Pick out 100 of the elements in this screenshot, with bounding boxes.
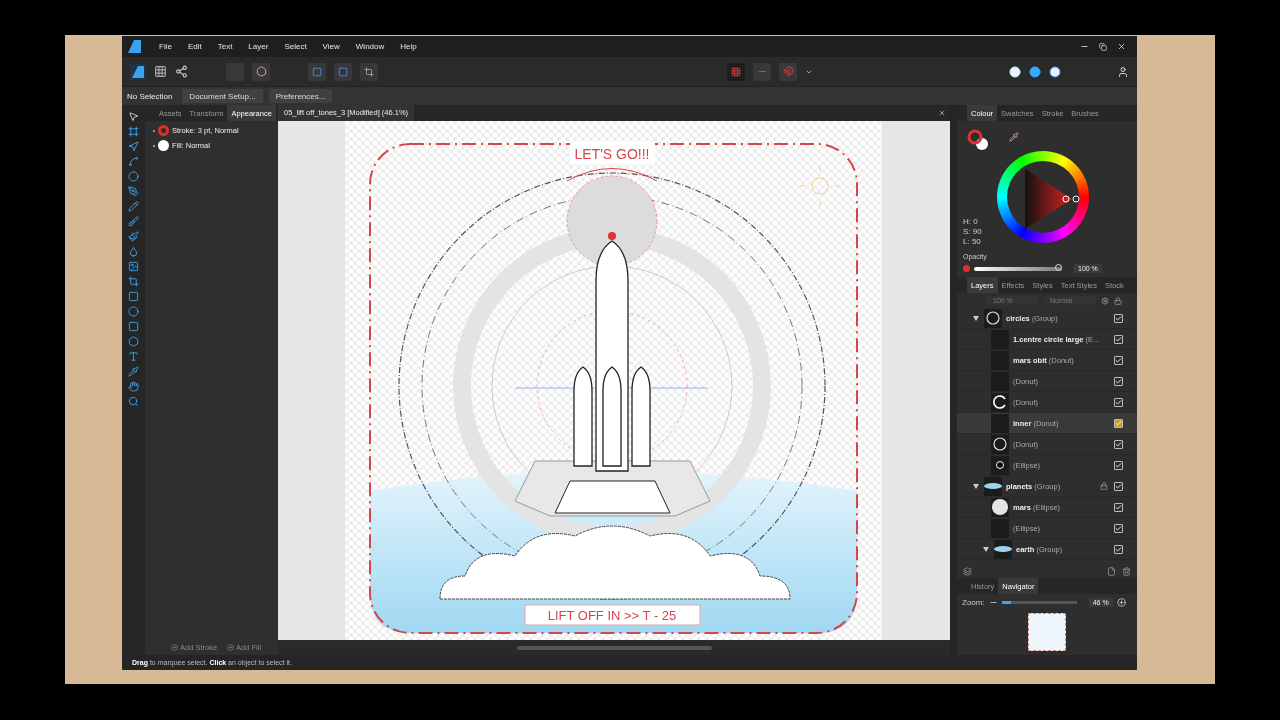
hsl-value: S: 90 bbox=[963, 227, 982, 236]
visibility-checkbox[interactable] bbox=[1114, 544, 1123, 554]
check-icon bbox=[1115, 356, 1122, 364]
layer-thumbnail bbox=[991, 413, 1009, 433]
close-icon[interactable] bbox=[938, 109, 946, 117]
check-icon bbox=[1115, 461, 1122, 469]
grid-icon[interactable] bbox=[154, 65, 167, 78]
check-icon bbox=[1115, 335, 1122, 343]
visibility-checkbox[interactable] bbox=[1114, 502, 1123, 512]
curve-icon[interactable] bbox=[128, 156, 139, 167]
expand-caret[interactable] bbox=[973, 483, 979, 489]
image-icon[interactable] bbox=[128, 261, 139, 272]
zoom-label: Zoom: bbox=[962, 598, 985, 607]
hand-icon[interactable] bbox=[128, 381, 139, 392]
new-layer-icon[interactable] bbox=[1107, 566, 1116, 576]
brush-icon[interactable] bbox=[128, 216, 139, 227]
vertical-scrollbar[interactable] bbox=[950, 105, 957, 655]
hsl-value: H: 0 bbox=[963, 217, 979, 226]
check-icon bbox=[1115, 314, 1122, 322]
fill-swatch[interactable] bbox=[158, 140, 169, 151]
visibility-checkbox[interactable] bbox=[1114, 481, 1123, 491]
delete-icon[interactable] bbox=[1122, 566, 1131, 576]
navigator-preview[interactable] bbox=[1028, 613, 1066, 651]
zoom-slider[interactable] bbox=[1001, 601, 1077, 604]
square-icon bbox=[312, 66, 322, 77]
node-icon[interactable] bbox=[128, 141, 139, 152]
cloud-thumbnail-icon bbox=[994, 546, 1012, 552]
pen-icon[interactable] bbox=[128, 186, 139, 197]
menu-item[interactable]: Layer bbox=[240, 42, 277, 51]
grid-snap-button[interactable] bbox=[727, 62, 745, 81]
expand-caret[interactable] bbox=[983, 546, 989, 552]
visibility-checkbox[interactable] bbox=[1114, 523, 1123, 533]
pointer-icon[interactable] bbox=[128, 111, 139, 122]
menu-item[interactable]: Help bbox=[392, 42, 425, 51]
menu-item[interactable]: Text bbox=[209, 42, 241, 51]
visibility-checkbox[interactable] bbox=[1114, 334, 1123, 344]
countdown-banner-text: LIFT OFF IN >> T - 25 bbox=[547, 608, 677, 623]
circle-icon[interactable] bbox=[128, 171, 139, 182]
menu-item[interactable]: Edit bbox=[179, 42, 210, 51]
select-box-button[interactable] bbox=[334, 62, 352, 81]
pencil-icon[interactable] bbox=[128, 201, 139, 212]
persona-logo-icon[interactable] bbox=[130, 63, 146, 80]
boolean-icon[interactable] bbox=[1029, 65, 1041, 78]
pipette-icon[interactable] bbox=[128, 366, 139, 377]
app-logo-icon bbox=[128, 40, 141, 53]
opacity-slider[interactable] bbox=[974, 266, 1062, 271]
visibility-checkbox[interactable] bbox=[1114, 355, 1123, 365]
account-icon[interactable] bbox=[1117, 65, 1129, 78]
square-icon[interactable] bbox=[128, 291, 139, 302]
add-icon bbox=[171, 643, 178, 651]
menu-item[interactable]: View bbox=[314, 42, 348, 51]
settings-icon[interactable] bbox=[1101, 296, 1109, 305]
zoom-icon[interactable] bbox=[128, 396, 139, 407]
context-button[interactable]: Document Setup... bbox=[182, 89, 263, 103]
artboard-icon[interactable] bbox=[128, 126, 139, 137]
text-icon[interactable] bbox=[128, 351, 139, 362]
visibility-checkbox[interactable] bbox=[1114, 418, 1123, 428]
current-colour-swatch bbox=[963, 265, 970, 272]
visibility-checkbox[interactable] bbox=[1114, 397, 1123, 407]
colour-triangle[interactable] bbox=[1025, 169, 1080, 229]
selection-status: No Selection bbox=[127, 91, 173, 101]
colour-swatches-icon[interactable] bbox=[967, 129, 989, 151]
context-button[interactable]: Preferences... bbox=[268, 89, 333, 103]
hexagon-button[interactable] bbox=[252, 62, 270, 81]
pipette-icon[interactable] bbox=[1009, 132, 1019, 142]
cloud-thumbnail-icon bbox=[984, 483, 1002, 489]
grid-icon bbox=[731, 66, 741, 77]
boolean-icon[interactable] bbox=[1049, 65, 1061, 78]
lock-icon[interactable] bbox=[1100, 482, 1108, 490]
paintbrush-icon[interactable] bbox=[128, 231, 139, 242]
rounded-square-icon[interactable] bbox=[128, 321, 139, 332]
menu-item[interactable]: Select bbox=[276, 42, 315, 51]
check-icon bbox=[1115, 503, 1122, 511]
visibility-checkbox[interactable] bbox=[1114, 439, 1123, 449]
check-icon bbox=[1115, 419, 1122, 427]
menu-item[interactable]: Window bbox=[347, 42, 393, 51]
magnet-button[interactable] bbox=[779, 62, 797, 81]
shape-icon[interactable] bbox=[128, 336, 139, 347]
scrollbar-thumb[interactable] bbox=[516, 645, 712, 650]
check-icon bbox=[1115, 524, 1122, 532]
droplet-icon[interactable] bbox=[128, 246, 139, 257]
stroke-swatch[interactable] bbox=[158, 125, 169, 136]
lock-icon[interactable] bbox=[1114, 296, 1122, 305]
layers-icon[interactable] bbox=[963, 566, 972, 576]
ellipse-icon[interactable] bbox=[128, 306, 139, 317]
visibility-checkbox[interactable] bbox=[1114, 313, 1123, 323]
visibility-checkbox[interactable] bbox=[1114, 376, 1123, 386]
zoom-in-icon[interactable] bbox=[1116, 598, 1126, 607]
check-icon bbox=[1115, 482, 1122, 490]
restore-icon[interactable] bbox=[1099, 42, 1107, 51]
visibility-checkbox[interactable] bbox=[1114, 460, 1123, 470]
select-box-button[interactable] bbox=[308, 62, 326, 81]
dot-icon bbox=[996, 461, 1004, 469]
transform-button[interactable] bbox=[360, 62, 378, 81]
menu-item[interactable]: File bbox=[151, 42, 180, 51]
magnet-icon bbox=[782, 66, 794, 77]
crop-icon[interactable] bbox=[128, 276, 139, 287]
share-icon[interactable] bbox=[175, 65, 188, 78]
headline-text: LET'S GO!!! bbox=[574, 146, 650, 162]
expand-caret[interactable] bbox=[973, 315, 979, 321]
